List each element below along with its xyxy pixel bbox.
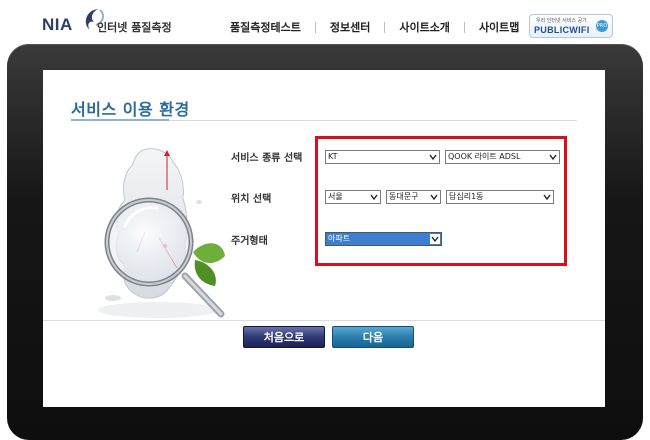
housing-type-label: 주거형태 — [231, 236, 268, 247]
chevron-down-icon — [370, 194, 378, 201]
tablet-screen: 서비스 이용 환경 서비스 종류 선택 위치 선택 주거형태 KT QOOK 라… — [43, 70, 605, 407]
service-type-label: 서비스 종류 선택 — [231, 153, 303, 164]
location-dong-select[interactable]: 답십리1동 — [446, 190, 554, 204]
chevron-down-icon — [430, 194, 438, 201]
public-wifi-banner[interactable]: 우리 인터넷 서비스 공기 PUBLICWIFI PRO — [529, 14, 613, 38]
banner-caption: 우리 인터넷 서비스 공기 — [536, 18, 587, 24]
next-button[interactable]: 다음 — [332, 326, 414, 348]
service-product-select[interactable]: QOOK 라이트 ADSL — [445, 150, 560, 164]
tablet-frame: 서비스 이용 환경 서비스 종류 선택 위치 선택 주거형태 KT QOOK 라… — [7, 44, 643, 440]
go-home-button[interactable]: 처음으로 — [243, 326, 325, 348]
service-product-value: QOOK 라이트 ADSL — [448, 152, 521, 161]
title-divider-accent — [71, 119, 169, 121]
service-provider-select[interactable]: KT — [325, 150, 440, 164]
location-district-value: 동대문구 — [389, 192, 419, 201]
location-district-select[interactable]: 동대문구 — [386, 190, 441, 204]
chevron-down-icon — [549, 154, 557, 161]
banner-pro-icon: PRO — [596, 20, 608, 32]
banner-title: PUBLICWIFI — [534, 25, 590, 35]
form-divider — [43, 320, 605, 321]
location-city-select[interactable]: 서울 — [325, 190, 381, 204]
chevron-down-icon — [430, 234, 440, 244]
housing-type-select[interactable]: 아파트 — [325, 232, 442, 246]
location-label: 위치 선택 — [231, 194, 272, 205]
nav-item-quality-test[interactable]: 품질측정테스트 — [222, 19, 315, 35]
site-header: NIA 인터넷 품질측정 품질측정테스트 정보센터 사이트소개 사이트맵 우리 … — [0, 0, 650, 48]
page-title: 서비스 이용 환경 — [71, 100, 190, 119]
page-root: NIA 인터넷 품질측정 품질측정테스트 정보센터 사이트소개 사이트맵 우리 … — [0, 0, 650, 440]
logo-subtitle: 인터넷 품질측정 — [97, 21, 172, 34]
magnifier-map-illustration — [98, 148, 225, 318]
nav-item-sitemap[interactable]: 사이트맵 — [465, 19, 533, 35]
chevron-down-icon — [429, 154, 437, 161]
logo-brand: NIA — [42, 15, 73, 34]
housing-type-value: 아파트 — [328, 234, 351, 243]
location-city-value: 서울 — [328, 192, 343, 201]
nia-logo[interactable]: NIA 인터넷 품질측정 — [42, 6, 182, 40]
service-provider-value: KT — [328, 152, 338, 161]
nav-item-site-intro[interactable]: 사이트소개 — [385, 19, 464, 35]
location-dong-value: 답십리1동 — [449, 192, 484, 201]
nav-item-info-center[interactable]: 정보센터 — [316, 19, 384, 35]
main-nav: 품질측정테스트 정보센터 사이트소개 사이트맵 — [222, 18, 533, 36]
chevron-down-icon — [543, 194, 551, 201]
